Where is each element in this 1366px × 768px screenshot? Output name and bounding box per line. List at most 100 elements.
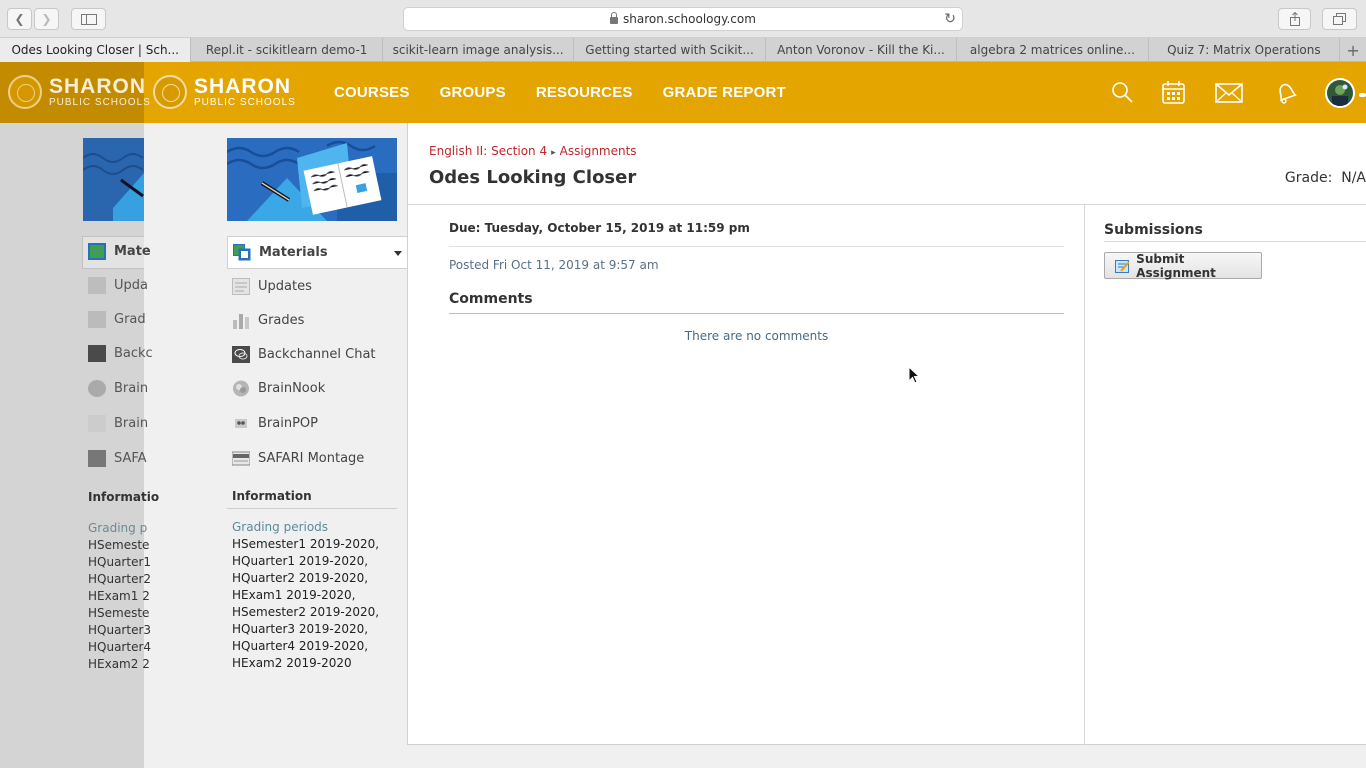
dimmed-safari-item: SAFA (88, 450, 147, 467)
dimmed-gp-line: HSemeste (88, 538, 150, 552)
header-divider (408, 204, 1366, 205)
share-icon (1289, 12, 1300, 26)
grading-period: HExam2 2019-2020 (232, 656, 352, 670)
tab-overview-button[interactable] (1322, 8, 1357, 30)
sidebar-item-label: Grades (258, 312, 305, 328)
submissions-divider (1104, 241, 1366, 242)
grade-label: Grade: (1284, 170, 1333, 186)
back-button[interactable]: ❮ (7, 8, 32, 30)
dimmed-brainpop-item: Brain (88, 415, 148, 432)
nav-grade-report[interactable]: GRADE REPORT (663, 84, 786, 101)
breadcrumb-separator-icon: ▸ (551, 148, 556, 158)
dimmed-gp-line: HQuarter1 (88, 555, 152, 569)
updates-icon (88, 277, 106, 294)
page-title: Odes Looking Closer (429, 167, 637, 188)
share-button[interactable] (1278, 8, 1311, 30)
posted-date: Posted Fri Oct 11, 2019 at 9:57 am (449, 258, 659, 272)
breadcrumb-course-link[interactable]: English II: Section 4 (429, 144, 547, 158)
new-tab-button[interactable]: + (1340, 38, 1366, 62)
sidebar-item-label: Updates (258, 278, 312, 294)
sidebar-toggle-button[interactable] (71, 8, 106, 30)
sidebar-item-materials[interactable]: Materials (227, 236, 408, 269)
mail-icon[interactable] (1215, 82, 1243, 108)
tab-odes-looking-closer[interactable]: Odes Looking Closer | Sch... (0, 38, 192, 62)
tab-getting-started[interactable]: Getting started with Scikit... (574, 38, 766, 62)
avatar[interactable] (1325, 78, 1355, 108)
assignment-content: English II: Section 4 ▸ Assignments Odes L… (407, 123, 1366, 745)
safari-montage-icon (88, 450, 106, 467)
site-logo[interactable]: SHARON PUBLIC SCHOOLS (153, 75, 296, 109)
brainpop-icon (88, 415, 106, 432)
grading-period: HSemester1 2019-2020, (232, 537, 380, 551)
materials-icon (233, 244, 251, 261)
grading-period: HQuarter3 2019-2020, (232, 622, 369, 636)
dimmed-gp-line: HQuarter2 (88, 572, 152, 586)
submit-icon (1115, 259, 1130, 273)
nav-groups[interactable]: GROUPS (440, 84, 506, 101)
dimmed-course-banner (83, 138, 144, 221)
column-divider (1084, 205, 1085, 745)
dimmed-updates-item: Upda (88, 277, 148, 294)
sidebar-item-safari-montage[interactable]: SAFARI Montage (227, 441, 407, 476)
tab-replit[interactable]: Repl.it - scikitlearn demo-1 (191, 38, 383, 62)
updates-icon (232, 277, 250, 295)
breadcrumb: English II: Section 4 ▸ Assignments (429, 144, 637, 158)
nav-resources[interactable]: RESOURCES (536, 84, 633, 101)
brainpop-icon (235, 419, 247, 428)
tab-quiz-7[interactable]: Quiz 7: Matrix Operations (1149, 38, 1341, 62)
sidebar-item-brainpop[interactable]: BrainPOP (227, 406, 407, 441)
safari-montage-icon (232, 451, 250, 466)
grading-periods-label: Grading periods (232, 520, 329, 534)
logo-name: SHARON (194, 75, 292, 98)
calendar-icon[interactable] (1161, 80, 1189, 106)
breadcrumb-assignments-link[interactable]: Assignments (560, 144, 637, 158)
sidebar-item-brainnook[interactable]: BrainNook (227, 371, 407, 406)
dimmed-gp-line: HExam2 2 (88, 657, 150, 671)
address-bar[interactable]: sharon.schoology.com ↻ (403, 7, 963, 31)
divider (449, 246, 1064, 247)
sidebar-icon (80, 13, 97, 25)
url-text: sharon.schoology.com (623, 12, 756, 26)
seal-icon (8, 75, 42, 109)
chevron-right-icon: ❯ (41, 12, 52, 26)
tab-algebra-matrices[interactable]: algebra 2 matrices online... (957, 38, 1149, 62)
chat-icon (88, 345, 106, 362)
chevron-left-icon: ❮ (14, 12, 25, 26)
dimmed-grading-periods-label: Grading p (88, 521, 148, 535)
nav-courses[interactable]: COURSES (334, 84, 410, 101)
dimmed-information-title: Informatio (88, 490, 160, 504)
account-menu-caret[interactable] (1359, 93, 1366, 97)
dimmed-materials-item: Mate (88, 243, 151, 260)
tabs-icon (1333, 13, 1346, 25)
grades-icon (233, 313, 249, 329)
dimmed-gp-line: HQuarter4 (88, 640, 152, 654)
dimmed-logo: SHARON PUBLIC SCHOOLS (8, 75, 151, 109)
sidebar-item-label: Backchannel Chat (258, 346, 376, 362)
sidebar-item-grades[interactable]: Grades (227, 303, 407, 337)
dimmed-gp-line: HQuarter3 (88, 623, 152, 637)
logo-sub: PUBLIC SCHOOLS (194, 97, 296, 108)
caret-down-icon[interactable] (394, 251, 402, 256)
information-title: Information (227, 483, 397, 509)
sidebar-item-label: Materials (259, 245, 328, 260)
bell-icon[interactable] (1273, 80, 1301, 106)
logo-name: SHARON (49, 75, 147, 98)
no-comments-message: There are no comments (684, 329, 829, 343)
grade-value: N/A (1341, 170, 1366, 186)
dimmed-gp-line: HExam1 2 (88, 589, 150, 603)
comments-heading: Comments (449, 291, 533, 307)
submit-assignment-button[interactable]: Submit Assignment (1104, 252, 1262, 280)
grading-period: HQuarter4 2019-2020, (232, 639, 369, 653)
sidebar-item-backchannel-chat[interactable]: Backchannel Chat (227, 337, 407, 371)
reload-icon[interactable]: ↻ (944, 11, 956, 27)
grading-period: HSemester2 2019-2020, (232, 605, 380, 619)
main-nav: COURSES GROUPS RESOURCES GRADE REPORT (334, 62, 816, 123)
search-icon[interactable] (1110, 80, 1138, 106)
forward-button[interactable]: ❯ (34, 8, 59, 30)
dimmed-gp-line: HSemeste (88, 606, 150, 620)
tab-scikit-image[interactable]: scikit-learn image analysis... (383, 38, 575, 62)
course-sidebar (227, 138, 407, 221)
tab-anton-voronov[interactable]: Anton Voronov - Kill the Ki... (766, 38, 958, 62)
comments-divider (449, 313, 1064, 314)
sidebar-item-updates[interactable]: Updates (227, 269, 407, 303)
